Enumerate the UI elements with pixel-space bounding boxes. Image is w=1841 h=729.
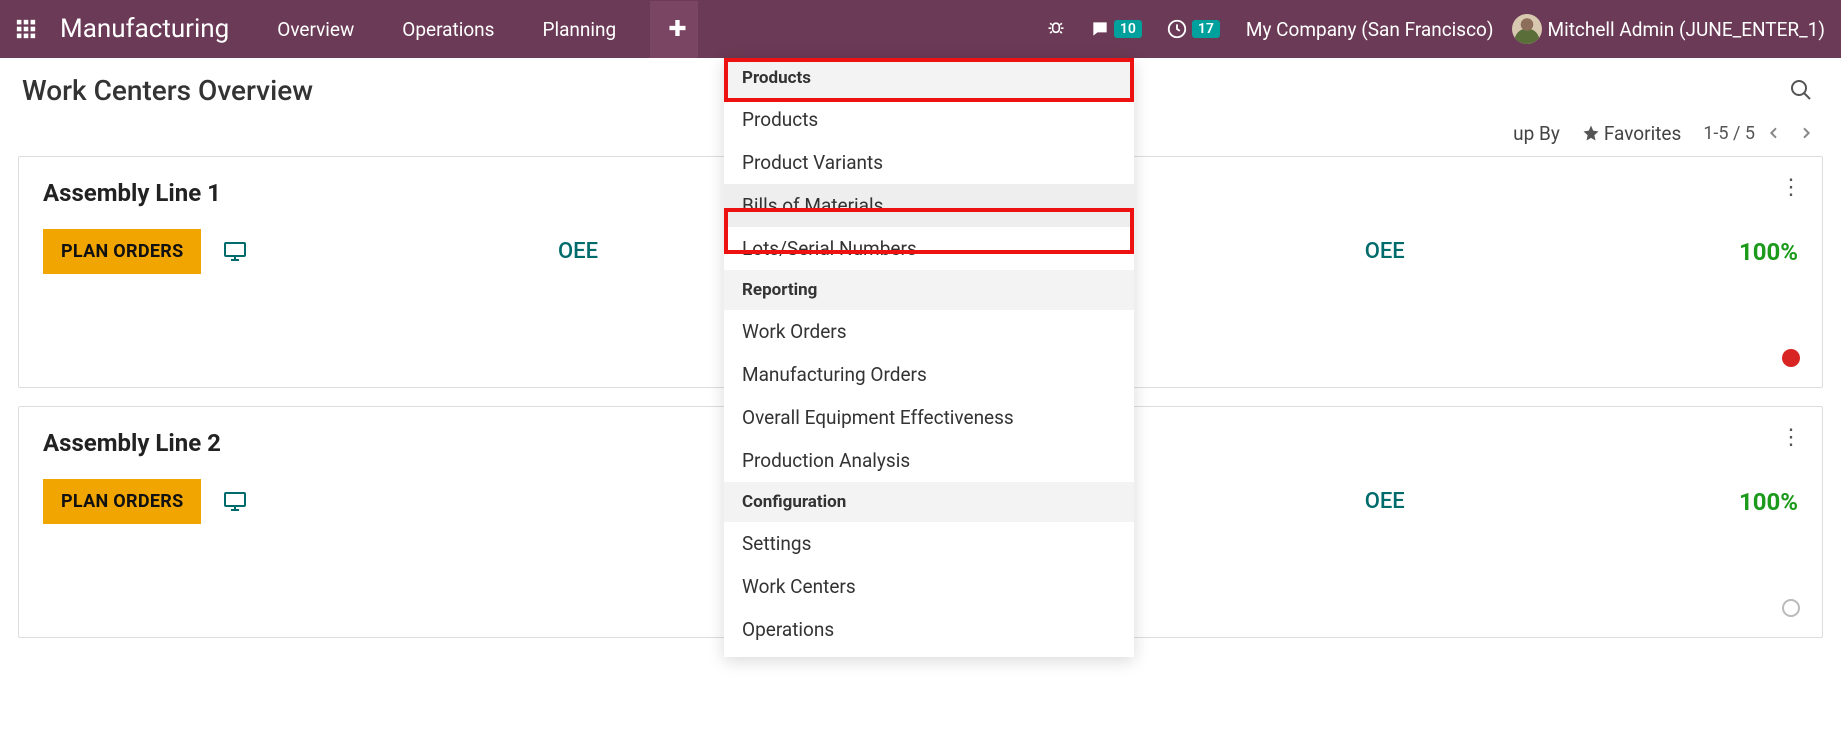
- favorites-label: Favorites: [1604, 122, 1681, 145]
- dd-item-production-analysis[interactable]: Production Analysis: [724, 439, 1134, 482]
- dd-item-manufacturing-orders[interactable]: Manufacturing Orders: [724, 353, 1134, 396]
- plan-orders-button[interactable]: PLAN ORDERS: [43, 229, 201, 274]
- activities-icon[interactable]: 17: [1158, 12, 1228, 46]
- oee-link[interactable]: OEE: [558, 239, 598, 264]
- oee-value: 100%: [1739, 488, 1798, 516]
- pager-next-icon[interactable]: [1793, 120, 1819, 146]
- oee-link[interactable]: OEE: [1365, 489, 1405, 514]
- dd-item-settings[interactable]: Settings: [724, 522, 1134, 565]
- dd-item-operations[interactable]: Operations: [724, 608, 1134, 651]
- top-navbar: Manufacturing Overview Operations Planni…: [0, 0, 1841, 58]
- messages-icon[interactable]: 10: [1082, 13, 1150, 45]
- oee-value: 100%: [1739, 238, 1798, 266]
- oee-link[interactable]: OEE: [1365, 239, 1405, 264]
- dd-item-work-centers[interactable]: Work Centers: [724, 565, 1134, 608]
- kebab-icon[interactable]: [1780, 175, 1804, 199]
- user-menu[interactable]: Mitchell Admin (JUNE_ENTER_1): [1512, 14, 1826, 44]
- activities-badge: 17: [1192, 20, 1220, 38]
- dd-item-lots-serial[interactable]: Lots/Serial Numbers: [724, 227, 1134, 270]
- monitor-icon[interactable]: [221, 240, 249, 264]
- debug-icon[interactable]: [1038, 13, 1074, 45]
- nav-right: 10 17 My Company (San Francisco) Mitchel…: [1038, 12, 1833, 47]
- monitor-icon[interactable]: [221, 490, 249, 514]
- dd-header-products: Products: [724, 58, 1134, 98]
- apps-icon[interactable]: [8, 11, 44, 47]
- dd-item-bills-of-materials[interactable]: Bills of Materials: [724, 184, 1134, 227]
- page-title: Work Centers Overview: [22, 74, 313, 107]
- search-icon[interactable]: [1783, 72, 1819, 108]
- plan-orders-button[interactable]: PLAN ORDERS: [43, 479, 201, 524]
- nav-operations[interactable]: Operations: [384, 2, 512, 57]
- kebab-icon[interactable]: [1780, 425, 1804, 449]
- avatar: [1512, 14, 1542, 44]
- dd-item-work-orders[interactable]: Work Orders: [724, 310, 1134, 353]
- nav-left: Manufacturing Overview Operations Planni…: [8, 1, 698, 58]
- dd-item-oee[interactable]: Overall Equipment Effectiveness: [724, 396, 1134, 439]
- dd-header-reporting: Reporting: [724, 270, 1134, 310]
- user-name: Mitchell Admin (JUNE_ENTER_1): [1548, 18, 1826, 41]
- pager-text: 1-5 / 5: [1703, 123, 1755, 144]
- pager-prev-icon[interactable]: [1761, 120, 1787, 146]
- nav-overview[interactable]: Overview: [259, 2, 372, 57]
- nav-new-icon[interactable]: ✚: [650, 1, 698, 58]
- nav-planning[interactable]: Planning: [524, 2, 634, 57]
- brand[interactable]: Manufacturing: [60, 14, 229, 44]
- company-selector[interactable]: My Company (San Francisco): [1236, 12, 1504, 47]
- dd-header-configuration: Configuration: [724, 482, 1134, 522]
- status-dot-grey[interactable]: [1782, 599, 1800, 617]
- filter-right: up By Favorites 1-5 / 5: [1513, 120, 1819, 146]
- pager: 1-5 / 5: [1703, 120, 1819, 146]
- favorites-menu[interactable]: Favorites: [1582, 122, 1681, 145]
- dd-item-products[interactable]: Products: [724, 98, 1134, 141]
- groupby-partial[interactable]: up By: [1513, 122, 1560, 145]
- messages-badge: 10: [1114, 20, 1142, 38]
- main-dropdown: Products Products Product Variants Bills…: [724, 58, 1134, 657]
- status-dot-red[interactable]: [1782, 349, 1800, 367]
- dd-item-product-variants[interactable]: Product Variants: [724, 141, 1134, 184]
